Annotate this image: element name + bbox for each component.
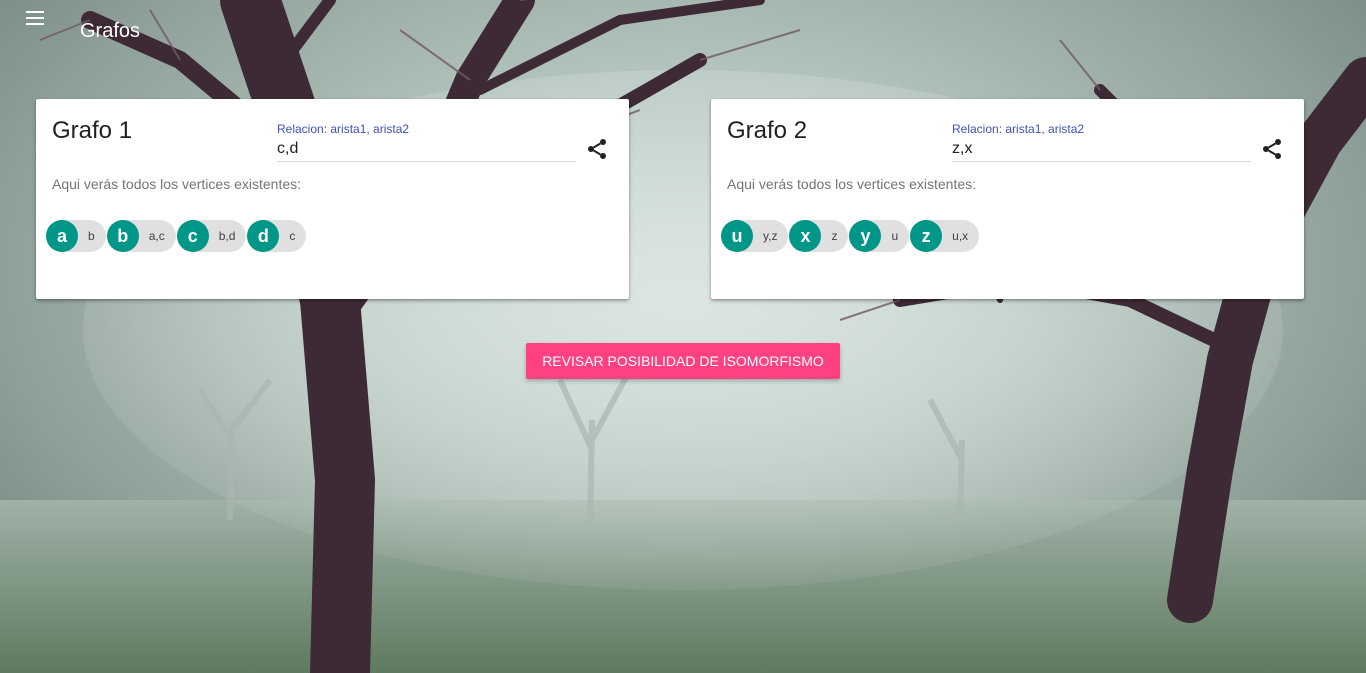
share-icon[interactable]	[585, 137, 609, 161]
relation-input[interactable]	[952, 137, 1251, 162]
vertex-chip-c[interactable]: c b,d	[176, 220, 247, 252]
vertex-adjacency: z	[831, 229, 838, 243]
vertex-list: u y,z x z y u z u,x	[721, 220, 980, 252]
vertex-chip-x[interactable]: x z	[789, 220, 849, 252]
graph-title: Grafo 2	[727, 117, 808, 144]
graph-card-1: Grafo 1 Relacion: arista1, arista2 Aqui …	[36, 99, 629, 299]
share-icon[interactable]	[1260, 137, 1284, 161]
vertex-name: d	[247, 220, 280, 252]
vertex-chip-z[interactable]: z u,x	[910, 220, 980, 252]
vertex-name: x	[789, 220, 822, 252]
vertex-name: b	[106, 220, 139, 252]
vertex-name: c	[176, 220, 209, 252]
vertex-adjacency: b	[88, 229, 95, 243]
vertex-adjacency: y,z	[763, 229, 778, 243]
graph-title: Grafo 1	[52, 117, 133, 144]
vertex-adjacency: c	[289, 229, 296, 243]
vertex-adjacency: a,c	[148, 229, 165, 243]
vertex-chip-a[interactable]: a b	[46, 220, 106, 252]
relation-label: Relacion: arista1, arista2	[952, 122, 1085, 136]
vertex-name: y	[849, 220, 882, 252]
relation-input[interactable]	[277, 137, 576, 162]
vertex-adjacency: b,d	[218, 229, 236, 243]
check-isomorphism-button[interactable]: REVISAR POSIBILIDAD DE ISOMORFISMO	[526, 343, 840, 379]
vertex-adjacency: u	[891, 229, 899, 243]
vertex-list: a b b a,c c b,d d c	[46, 220, 307, 252]
app-bar: Grafos	[0, 0, 1366, 64]
menu-icon[interactable]	[24, 8, 48, 30]
vertex-adjacency: u,x	[952, 229, 969, 243]
vertex-chip-d[interactable]: d c	[247, 220, 307, 252]
vertex-name: u	[721, 220, 753, 252]
app-title: Grafos	[80, 20, 141, 42]
graph-card-2: Grafo 2 Relacion: arista1, arista2 Aqui …	[711, 99, 1304, 299]
vertex-chip-y[interactable]: y u	[849, 220, 910, 252]
relation-label: Relacion: arista1, arista2	[277, 122, 410, 136]
vertex-chip-u[interactable]: u y,z	[721, 220, 789, 252]
vertex-chip-b[interactable]: b a,c	[106, 220, 176, 252]
vertex-name: a	[46, 220, 78, 252]
vertex-name: z	[910, 220, 943, 252]
vertices-hint: Aqui verás todos los vertices existentes…	[727, 176, 977, 192]
vertices-hint: Aqui verás todos los vertices existentes…	[52, 176, 302, 192]
